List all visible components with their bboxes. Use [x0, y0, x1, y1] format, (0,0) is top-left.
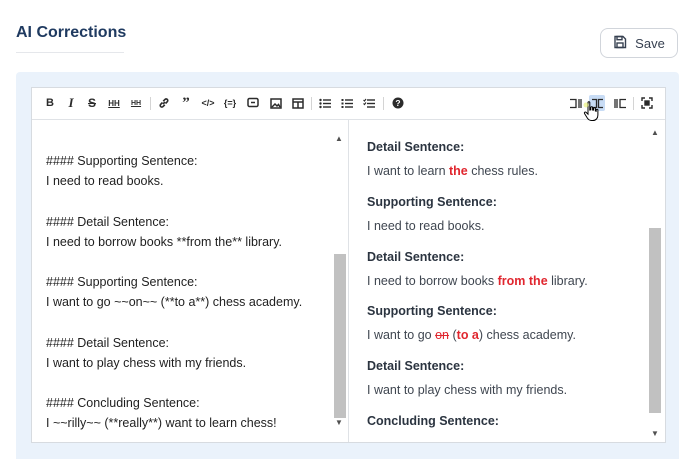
source-line: #### Detail Sentence:	[46, 336, 170, 350]
save-label: Save	[635, 35, 665, 51]
source-line: #### Supporting Sentence:	[46, 275, 198, 289]
source-line: I need to read books.	[46, 174, 164, 188]
preview-paragraph: I want to learn the chess rules.	[367, 164, 538, 178]
preview-only-icon[interactable]	[612, 95, 628, 111]
toolbar-separator	[633, 97, 634, 110]
hand-pointer-cursor-icon	[583, 100, 599, 127]
source-line: #### Concluding Sentence:	[46, 396, 200, 410]
toolbar-separator	[150, 97, 151, 110]
svg-text:?: ?	[395, 98, 400, 108]
unordered-list-icon[interactable]	[317, 95, 333, 111]
preview-paragraph: I need to borrow books from the library.	[367, 274, 588, 288]
markdown-source-pane[interactable]: #### Supporting Sentence: I need to read…	[32, 120, 348, 442]
source-line: I need to borrow books **from the** libr…	[46, 235, 282, 249]
floppy-disk-icon	[613, 35, 627, 52]
source-line: #### Detail Sentence:	[46, 215, 170, 229]
preview-scroll-up-arrow[interactable]: ▲	[648, 126, 662, 138]
checklist-icon[interactable]	[361, 95, 377, 111]
source-line: I want to play chess with my friends.	[46, 356, 247, 370]
bold-icon[interactable]: B	[42, 95, 58, 111]
markdown-preview-pane[interactable]: ​ Detail Sentence: I want to learn the c…	[349, 120, 649, 442]
ordered-list-icon[interactable]	[339, 95, 355, 111]
italic-icon[interactable]: I	[63, 95, 79, 111]
toolbar-separator	[311, 97, 312, 110]
markdown-editor: B I S HH HH ” </> {=} ? #### Supporting …	[31, 87, 666, 443]
preview-heading: Supporting Sentence:	[367, 195, 497, 209]
preview-paragraph: I need to read books.	[367, 219, 485, 233]
source-scrollbar-thumb[interactable]	[334, 254, 346, 418]
scroll-up-arrow[interactable]: ▲	[332, 132, 346, 144]
save-button[interactable]: Save	[600, 28, 678, 58]
preview-paragraph: I want to play chess with my friends.	[367, 383, 568, 397]
heading-icon[interactable]: HH	[106, 95, 122, 111]
preview-heading: Concluding Sentence:	[367, 414, 499, 428]
code-icon[interactable]: </>	[200, 95, 216, 111]
preview-scroll-down-arrow[interactable]: ▼	[648, 428, 662, 438]
heading-smaller-icon[interactable]: HH	[128, 95, 144, 111]
comment-icon[interactable]	[245, 95, 261, 111]
preview-heading: Detail Sentence:	[367, 250, 465, 264]
help-icon[interactable]: ?	[390, 95, 406, 111]
scroll-down-arrow[interactable]: ▼	[332, 416, 346, 428]
source-line: I ~~rilly~~ (**really**) want to learn c…	[46, 416, 277, 430]
preview-scrollbar-thumb[interactable]	[649, 228, 661, 413]
source-line: I want to go ~~on~~ (**to a**) chess aca…	[46, 295, 303, 309]
link-icon[interactable]	[156, 95, 172, 111]
strikethrough-icon[interactable]: S	[84, 95, 100, 111]
page-title: AI Corrections	[16, 24, 127, 41]
title-underline	[16, 52, 124, 53]
preview-heading: Detail Sentence:	[367, 140, 465, 154]
code-block-icon[interactable]: {=}	[222, 95, 238, 111]
preview-heading: Supporting Sentence:	[367, 304, 497, 318]
quote-icon[interactable]: ”	[178, 95, 194, 111]
preview-heading: Detail Sentence:	[367, 359, 465, 373]
editor-only-icon[interactable]	[567, 95, 583, 111]
preview-paragraph: I want to go on (to a) chess academy.	[367, 328, 576, 342]
image-icon[interactable]	[268, 95, 284, 111]
editor-toolbar: B I S HH HH ” </> {=} ?	[32, 88, 665, 120]
fullscreen-icon[interactable]	[639, 95, 655, 111]
table-icon[interactable]	[290, 95, 306, 111]
toolbar-separator	[383, 97, 384, 110]
source-line: #### Supporting Sentence:	[46, 154, 198, 168]
